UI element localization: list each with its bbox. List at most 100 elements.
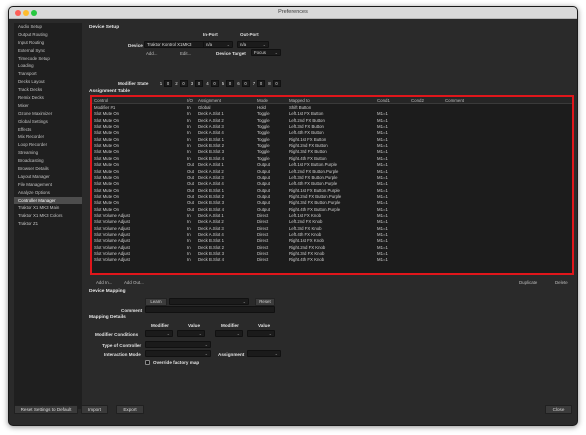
learn-select[interactable]: ⌄	[169, 298, 249, 305]
device-label: Device	[128, 43, 143, 48]
sidebar-item[interactable]: Ozone Maximizer	[14, 110, 82, 118]
sidebar-item[interactable]: Effects	[14, 126, 82, 134]
reset-settings-button[interactable]: Reset Settings to Default	[14, 405, 78, 414]
modifier-2-select[interactable]: ⌄	[215, 330, 243, 337]
modifier-conditions-label: Modifier Conditions	[95, 332, 139, 337]
table-cell: In	[187, 257, 191, 263]
in-port-value: n/a	[206, 42, 213, 47]
modifier-state-value[interactable]: 0	[164, 80, 172, 87]
sidebar-item[interactable]: Layout Manager	[14, 173, 82, 181]
delete-button[interactable]: Delete	[555, 280, 568, 285]
modifier-1-label: Modifier	[151, 323, 169, 328]
export-button[interactable]: Export	[116, 405, 144, 414]
sidebar-item[interactable]: Timecode Setup	[14, 55, 82, 63]
modifier-state-value[interactable]: 0	[179, 80, 188, 87]
out-port-select[interactable]: n/a ⌄	[237, 41, 269, 48]
sidebar-item[interactable]: Traktor Z1	[14, 220, 82, 228]
sidebar-item[interactable]: Mixer	[14, 102, 82, 110]
modifier-state-value[interactable]: 0	[257, 80, 265, 87]
sidebar-item[interactable]: Global Settings	[14, 118, 82, 126]
out-port-label: Out-Port	[240, 32, 259, 37]
chevron-down-icon: ⌄	[226, 42, 230, 47]
sidebar-item[interactable]: Decks Layout	[14, 78, 82, 86]
table-cell: Slot Volume Adjust	[94, 257, 130, 263]
modifier-2-label: Modifier	[221, 323, 239, 328]
import-button[interactable]: Import	[81, 405, 108, 414]
sidebar-item[interactable]: Broadcasting	[14, 157, 82, 165]
value-2-select[interactable]: ⌄	[247, 330, 275, 337]
column-header[interactable]: Mode	[257, 98, 268, 103]
window-title: Preferences	[278, 9, 308, 15]
reset-button[interactable]: Reset	[255, 298, 275, 306]
preferences-sidebar: Audio Setup Output Routing Input Routing Ex…	[14, 23, 82, 409]
sidebar-item[interactable]: Input Routing	[14, 39, 82, 47]
modifier-state-value[interactable]: 0	[241, 80, 250, 87]
sidebar-item[interactable]: Traktor X1 MK3 Colors	[14, 212, 82, 220]
sidebar-item[interactable]: Loop Recorder	[14, 141, 82, 149]
assignment-select[interactable]: ⌄	[247, 350, 281, 357]
column-header[interactable]: Comment	[445, 98, 464, 103]
chevron-down-icon: ⌄	[236, 331, 240, 336]
chevron-down-icon: ⌄	[268, 331, 272, 336]
assignment-label: Assignment	[218, 352, 245, 357]
table-cell: Direct	[257, 257, 269, 263]
assignment-table-header: Control I/O Assignment Mode Mapped to Cond1 Co…	[92, 97, 572, 104]
add-out-button[interactable]: Add Out...	[124, 280, 144, 285]
device-value: Traktor Kontrol X1MK3	[147, 42, 192, 47]
sidebar-item[interactable]: Traktor X1 MK3 Main	[14, 204, 82, 212]
add-in-button[interactable]: Add In...	[96, 280, 112, 285]
learn-button[interactable]: Learn	[145, 298, 167, 306]
out-port-value: n/a	[240, 42, 247, 47]
type-of-controller-select[interactable]: ⌄	[145, 341, 211, 348]
comment-label: Comment	[121, 308, 143, 313]
chevron-down-icon: ⌄	[242, 299, 246, 304]
comment-field[interactable]	[145, 306, 275, 313]
column-header[interactable]: Mapped to	[289, 98, 310, 103]
value-1-select[interactable]: ⌄	[177, 330, 205, 337]
sidebar-item[interactable]: Track Decks	[14, 86, 82, 94]
column-header[interactable]: Control	[94, 98, 108, 103]
sidebar-item[interactable]: Browser Details	[14, 165, 82, 173]
preferences-window: Preferences Audio Setup Output Routing Inp…	[8, 6, 578, 426]
column-header[interactable]: I/O	[187, 98, 193, 103]
close-button[interactable]: Close	[545, 405, 572, 414]
sidebar-item[interactable]: File Management	[14, 181, 82, 189]
table-cell: M1=1	[377, 257, 388, 263]
sidebar-item[interactable]: Output Routing	[14, 31, 82, 39]
sidebar-item[interactable]: Controller Manager	[14, 196, 82, 205]
modifier-state-value[interactable]: 0	[272, 80, 281, 87]
value-1-label: Value	[188, 323, 201, 328]
sidebar-item[interactable]: Analyze Options	[14, 189, 82, 197]
modifier-state-value[interactable]: 0	[195, 80, 203, 87]
modifier-1-select[interactable]: ⌄	[145, 330, 173, 337]
add-device-button[interactable]: Add...	[146, 51, 157, 56]
interaction-mode-select[interactable]: ⌄	[145, 350, 211, 357]
device-target-select[interactable]: Focus ⌄	[251, 49, 281, 56]
column-header[interactable]: Cond2	[411, 98, 424, 103]
in-port-label: In-Port	[203, 32, 218, 37]
chevron-down-icon: ⌄	[166, 331, 170, 336]
sidebar-item[interactable]: Remix Decks	[14, 94, 82, 102]
modifier-state-label: Modifier State	[118, 81, 149, 86]
edit-device-button[interactable]: Edit...	[180, 51, 191, 56]
modifier-state-value[interactable]: 0	[210, 80, 219, 87]
column-header[interactable]: Assignment	[198, 98, 221, 103]
in-port-select[interactable]: n/a ⌄	[203, 41, 233, 48]
sidebar-item[interactable]: External Sync	[14, 47, 82, 55]
sidebar-item[interactable]: Streaming	[14, 149, 82, 157]
override-factory-map-checkbox[interactable]	[145, 360, 150, 365]
modifier-state-value[interactable]: 0	[226, 80, 234, 87]
chevron-down-icon: ⌄	[204, 351, 208, 356]
duplicate-button[interactable]: Duplicate	[519, 280, 537, 285]
table-row[interactable]: Slot Volume Adjust In Deck B.Slot 4 Direct R…	[92, 257, 572, 263]
chevron-down-icon: ⌄	[274, 351, 278, 356]
sidebar-item[interactable]: Mix Recorder	[14, 133, 82, 141]
chevron-down-icon: ⌄	[274, 50, 278, 55]
sidebar-item[interactable]: Loading	[14, 62, 82, 70]
sidebar-item[interactable]: Audio Setup	[14, 23, 82, 31]
column-header[interactable]: Cond1	[377, 98, 390, 103]
device-setup-title: Device Setup	[89, 25, 120, 30]
title-bar: Preferences	[9, 7, 577, 19]
sidebar-item[interactable]: Transport	[14, 70, 82, 78]
assignment-table[interactable]: Control I/O Assignment Mode Mapped to Cond1 Co…	[90, 95, 574, 275]
